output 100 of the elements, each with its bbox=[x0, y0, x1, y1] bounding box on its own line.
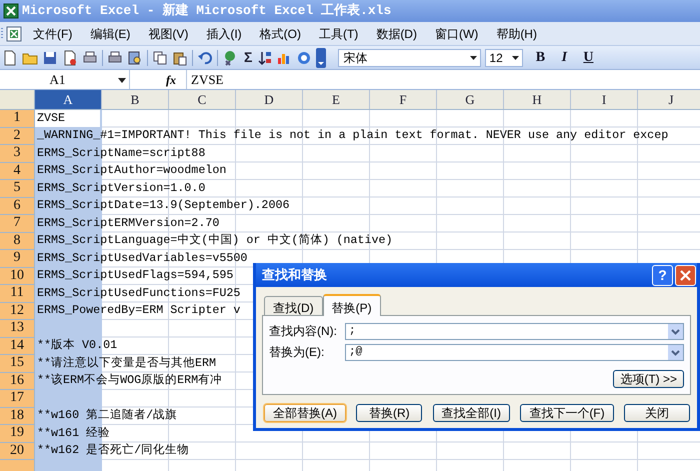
formula-field[interactable]: ZVSE bbox=[186, 70, 700, 89]
close-button[interactable] bbox=[675, 264, 696, 286]
dialog-button[interactable]: 查找下一个(F) bbox=[520, 404, 614, 422]
excel-icon bbox=[3, 3, 19, 19]
cell-text: **版本 V0.01 bbox=[37, 340, 118, 352]
font-dropdown[interactable]: 宋体 bbox=[338, 48, 482, 66]
menu-item[interactable]: 插入(I) bbox=[197, 24, 251, 42]
cell-text: ERMS_ScriptUsedVariables=v5500 bbox=[37, 252, 248, 265]
dialog-button[interactable]: 关闭 bbox=[624, 404, 690, 422]
column-header[interactable]: J bbox=[638, 90, 700, 109]
field-label: 查找内容(N): bbox=[269, 323, 338, 340]
help-button[interactable]: ? bbox=[652, 264, 673, 286]
row-header[interactable]: 15 bbox=[0, 355, 34, 372]
tab[interactable]: 替换(P) bbox=[322, 294, 381, 316]
sort-icon[interactable] bbox=[258, 50, 272, 66]
row-header[interactable]: 19 bbox=[0, 425, 34, 442]
column-header[interactable]: E bbox=[303, 90, 370, 109]
print-preview-icon[interactable] bbox=[107, 50, 123, 66]
row-header[interactable]: 20 bbox=[0, 442, 34, 460]
tab[interactable]: 查找(D) bbox=[264, 296, 323, 315]
column-header[interactable]: B bbox=[102, 90, 169, 109]
row-header[interactable]: 5 bbox=[0, 180, 34, 198]
dialog-button[interactable]: 替换(R) bbox=[356, 404, 422, 422]
new-document-icon[interactable] bbox=[2, 50, 18, 66]
active-cell[interactable] bbox=[35, 110, 100, 126]
insert-function-button[interactable]: fx bbox=[166, 70, 180, 88]
caret-icon bbox=[512, 56, 520, 60]
menu-item[interactable]: 工具(T) bbox=[310, 24, 368, 42]
workbook-icon[interactable] bbox=[6, 24, 24, 42]
options-button[interactable]: 选项(T) >> bbox=[613, 370, 684, 388]
column-header[interactable]: A bbox=[35, 90, 102, 109]
row-header[interactable]: 11 bbox=[0, 285, 34, 302]
window-title: Microsoft Excel - 新建 Microsoft Excel 工作表.xls bbox=[22, 2, 392, 20]
input-field[interactable]: ;@ bbox=[345, 344, 684, 360]
field-label: 替换为(E): bbox=[269, 344, 326, 361]
dialog-button[interactable]: 查找全部(I) bbox=[432, 404, 510, 422]
cell-text: ERMS_ScriptVersion=1.0.0 bbox=[37, 182, 206, 195]
cell-text: ERMS_PoweredBy=ERM Scripter v bbox=[37, 305, 240, 318]
column-header[interactable]: F bbox=[370, 90, 437, 109]
toolbar-options-icon[interactable] bbox=[316, 48, 326, 68]
close-icon bbox=[680, 270, 691, 280]
cell-text: _WARNING_#1=IMPORTANT! This file is not in a plain text format. NEVER use any editor excep bbox=[37, 130, 668, 142]
permission-icon[interactable] bbox=[62, 50, 78, 66]
dropdown-icon[interactable] bbox=[668, 324, 683, 338]
cell-text: **请注意以下变量是否与其他ERM bbox=[37, 358, 216, 370]
cell-text: ERMS_ScriptLanguage=中文(中国) or 中文(简体) (native) bbox=[37, 235, 393, 248]
row-header[interactable]: 13 bbox=[0, 320, 34, 338]
row-header[interactable]: 4 bbox=[0, 162, 34, 180]
cell-text: **w161 经验 bbox=[37, 428, 110, 440]
row-header[interactable]: 10 bbox=[0, 268, 34, 285]
menu-item[interactable]: 数据(D) bbox=[367, 24, 426, 42]
cell-text: ERMS_ScriptAuthor=woodmelon bbox=[37, 165, 226, 178]
row-header[interactable]: 2 bbox=[0, 128, 34, 145]
input-field[interactable]: ; bbox=[345, 322, 684, 340]
underline-button[interactable]: U bbox=[581, 47, 596, 68]
paste-icon[interactable] bbox=[172, 50, 188, 66]
autosum-button[interactable]: Σ bbox=[242, 47, 254, 68]
save-icon[interactable] bbox=[42, 50, 58, 66]
menu-item[interactable]: 视图(V) bbox=[139, 24, 198, 42]
font-size-dropdown[interactable]: 12 bbox=[485, 48, 524, 66]
column-header[interactable]: I bbox=[571, 90, 638, 109]
row-header[interactable]: 17 bbox=[0, 390, 34, 408]
undo-icon[interactable] bbox=[197, 50, 213, 66]
italic-button[interactable]: I bbox=[557, 47, 572, 68]
cell-text: **w160 第二追随者/战旗 bbox=[37, 410, 178, 422]
menu-item[interactable]: 文件(F) bbox=[24, 24, 82, 42]
column-header[interactable]: G bbox=[437, 90, 504, 109]
cell-text: ERMS_ScriptUsedFlags=594,595 bbox=[37, 270, 234, 282]
menu-item[interactable]: 帮助(H) bbox=[487, 24, 546, 42]
cell-text: ZVSE bbox=[37, 112, 66, 125]
row-header[interactable]: 14 bbox=[0, 338, 34, 355]
cell-text: ERMS_ScriptERMVersion=2.70 bbox=[37, 218, 220, 230]
copy-icon[interactable] bbox=[152, 50, 168, 66]
dropdown-icon[interactable] bbox=[668, 344, 683, 360]
help-icon[interactable] bbox=[296, 50, 312, 66]
dialog-button[interactable]: 全部替换(A) bbox=[264, 404, 346, 422]
row-header[interactable]: 6 bbox=[0, 198, 34, 215]
row-header[interactable]: 12 bbox=[0, 302, 34, 320]
row-header[interactable]: 1 bbox=[0, 110, 34, 128]
bold-button[interactable]: B bbox=[533, 47, 548, 68]
column-header[interactable]: D bbox=[236, 90, 303, 109]
cell-text: **该ERM不会与WOG原版的ERM有冲 bbox=[37, 375, 222, 388]
menu-item[interactable]: 格式(O) bbox=[250, 24, 310, 42]
row-header[interactable]: 18 bbox=[0, 408, 34, 425]
name-box[interactable]: A1 bbox=[0, 70, 130, 89]
menu-item[interactable]: 编辑(E) bbox=[81, 24, 140, 42]
row-header[interactable]: 16 bbox=[0, 372, 34, 390]
dialog-title: 查找和替换 bbox=[262, 266, 327, 284]
row-header[interactable]: 3 bbox=[0, 145, 34, 162]
cell-text: ERMS_ScriptDate=13.9(September).2006 bbox=[37, 200, 290, 212]
row-header[interactable]: 7 bbox=[0, 215, 34, 232]
column-header[interactable]: H bbox=[504, 90, 571, 109]
row-header[interactable]: 9 bbox=[0, 250, 34, 268]
column-header[interactable]: C bbox=[169, 90, 236, 109]
menu-item[interactable]: 窗口(W) bbox=[426, 24, 488, 42]
row-header[interactable]: 8 bbox=[0, 232, 34, 250]
cell-text: **w162 是否死亡/同化生物 bbox=[37, 445, 190, 458]
caret-icon bbox=[470, 56, 478, 60]
cell-text: ERMS_ScriptUsedFunctions=FU25 bbox=[37, 288, 240, 300]
printer-icon[interactable] bbox=[82, 50, 98, 66]
